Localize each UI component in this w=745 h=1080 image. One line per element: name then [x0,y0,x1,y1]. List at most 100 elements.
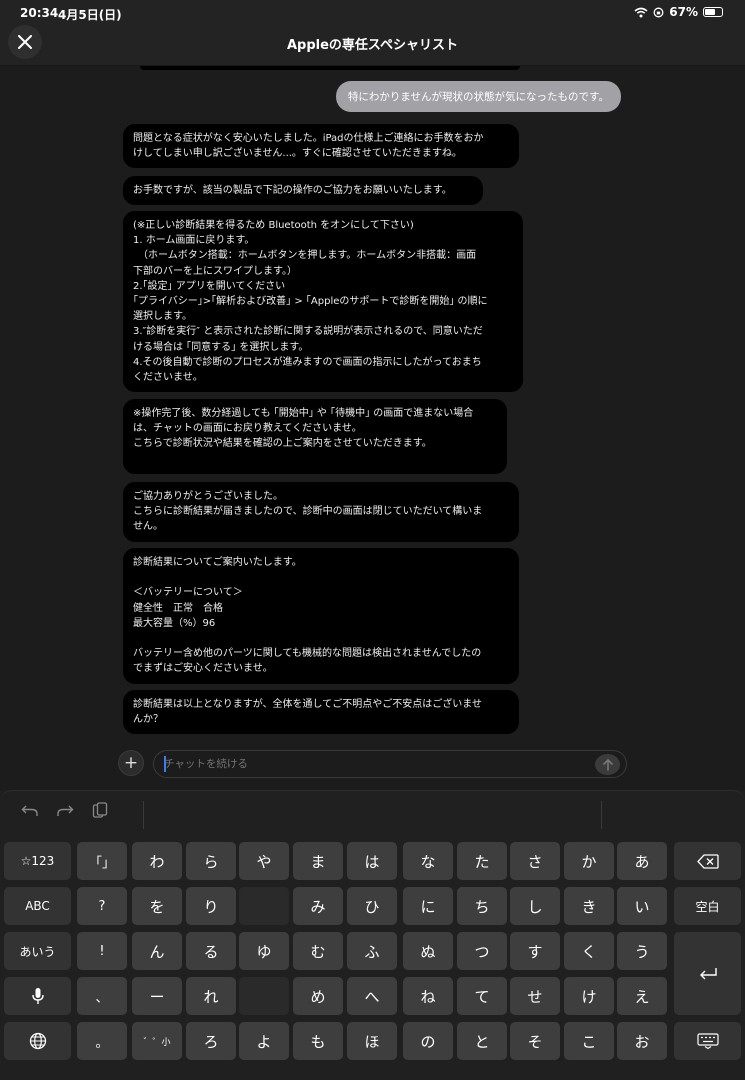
kana-key[interactable]: を [132,887,182,925]
kana-key[interactable]: ほ [347,1022,397,1060]
kana-key[interactable]: へ [347,977,397,1015]
key-comma[interactable]: 、 [77,977,127,1015]
kana-key[interactable]: し [510,887,560,925]
kana-key[interactable]: こ [564,1022,614,1060]
kana-key[interactable]: ろ [186,1022,236,1060]
delete-key[interactable] [674,842,741,880]
hide-keyboard-key[interactable] [674,1022,741,1060]
kana-key[interactable]: る [186,932,236,970]
kana-key[interactable]: や [239,842,289,880]
clipboard-icon [92,802,108,818]
key-abc[interactable]: ABC [4,887,71,925]
agent-message: 診断結果は以上となりますが、全体を通してご不明点やご不安点はございませ んか？ [123,690,519,735]
arrow-up-icon [602,758,613,771]
status-time: 20:34 [20,6,59,20]
kana-key[interactable]: れ [186,977,236,1015]
wifi-icon [634,7,648,17]
empty-key-slot [239,887,289,925]
key-symbols[interactable]: ☆123 [4,842,71,880]
paste-button[interactable] [90,801,110,821]
kana-key[interactable]: は [347,842,397,880]
battery-percent: 67% [669,5,698,19]
return-key[interactable] [674,932,741,1015]
kana-key[interactable]: す [510,932,560,970]
kana-key[interactable]: ひ [347,887,397,925]
software-keyboard: ☆123 ABC あいう 「」 ? ! 、 。 空白 わ ら や ま は な た… [0,790,745,1080]
kana-key[interactable]: さ [510,842,560,880]
keyboard-toolbar [0,791,745,835]
kana-key[interactable]: む [293,932,343,970]
kana-key[interactable]: な [403,842,453,880]
agent-message: お手数ですが、該当の製品で下記の操作のご協力をお願いいたします。 [123,176,483,206]
undo-button[interactable] [20,801,40,821]
kana-key[interactable]: え [617,977,667,1015]
kana-key[interactable]: ん [132,932,182,970]
kana-key[interactable]: あ [617,842,667,880]
kana-key[interactable]: つ [457,932,507,970]
kana-key[interactable]: く [564,932,614,970]
page-title: Appleの専任スペシャリスト [286,38,459,53]
key-brackets[interactable]: 「」 [77,842,127,880]
text-caret [164,756,166,772]
kana-key[interactable]: に [403,887,453,925]
kana-key[interactable]: ま [293,842,343,880]
kana-key[interactable]: ー [132,977,182,1015]
previous-message-edge [140,66,520,70]
kana-key[interactable]: の [403,1022,453,1060]
kana-key[interactable]: い [617,887,667,925]
delete-icon [696,853,719,869]
kana-key[interactable]: ち [457,887,507,925]
attach-button[interactable]: + [118,750,144,776]
kana-key[interactable]: せ [510,977,560,1015]
redo-icon [57,805,74,816]
kana-key[interactable]: て [457,977,507,1015]
globe-key[interactable] [4,1022,71,1060]
microphone-icon [31,988,44,1004]
kana-key[interactable]: ふ [347,932,397,970]
return-icon [699,967,717,979]
kana-key[interactable]: た [457,842,507,880]
kana-key[interactable]: け [564,977,614,1015]
status-right: 67% [634,5,723,19]
kana-key[interactable]: ゛゜小 [132,1022,182,1060]
agent-message: (※正しい診断結果を得るため Bluetooth をオンにして下さい) 1. ホ… [123,211,523,393]
agent-message: 問題となる症状がなく安心いたしました。iPadの仕様上ご連絡にお手数をおか けし… [123,124,519,169]
kana-key[interactable]: も [293,1022,343,1060]
kana-key[interactable]: ぬ [403,932,453,970]
lock-rotation-icon [653,7,664,17]
kana-key[interactable]: め [293,977,343,1015]
toolbar-divider [143,801,144,829]
kana-key[interactable]: と [457,1022,507,1060]
kana-key[interactable]: り [186,887,236,925]
key-exclamation[interactable]: ! [77,932,127,970]
send-button[interactable] [595,754,620,775]
kana-key[interactable]: み [293,887,343,925]
kana-key[interactable]: か [564,842,614,880]
kana-key[interactable]: わ [132,842,182,880]
status-date: 4月5日(日) [58,8,122,22]
chat-input[interactable] [153,750,627,778]
undo-icon [21,805,38,816]
battery-icon [703,7,723,17]
key-question[interactable]: ? [77,887,127,925]
key-kana-mode[interactable]: あいう [4,932,71,970]
kana-key[interactable]: そ [510,1022,560,1060]
chat-area[interactable]: 特にわかりませんが現状の状態が気になったものです。 問題となる症状がなく安心いた… [0,66,745,790]
agent-message: ご協力ありがとうございました。 こちらに診断結果が届きましたので、診断中の画面は… [123,482,519,542]
kana-key[interactable]: ゆ [239,932,289,970]
agent-message: ※操作完了後、数分経過しても ｢開始中｣ や ｢待機中｣ の画面で進まない場合 … [123,399,507,474]
kana-key[interactable]: ね [403,977,453,1015]
space-key[interactable]: 空白 [674,887,741,925]
kana-key[interactable]: き [564,887,614,925]
chat-header: Appleの専任スペシャリスト [0,25,745,66]
key-period[interactable]: 。 [77,1022,127,1060]
kana-key[interactable]: お [617,1022,667,1060]
keyboard-icon [696,1033,719,1049]
redo-button[interactable] [55,801,75,821]
user-message-bubble: 特にわかりませんが現状の状態が気になったものです。 [335,81,621,112]
kana-key[interactable]: ら [186,842,236,880]
kana-key[interactable]: よ [239,1022,289,1060]
globe-icon [29,1032,46,1050]
dictation-key[interactable] [4,977,71,1015]
kana-key[interactable]: う [617,932,667,970]
